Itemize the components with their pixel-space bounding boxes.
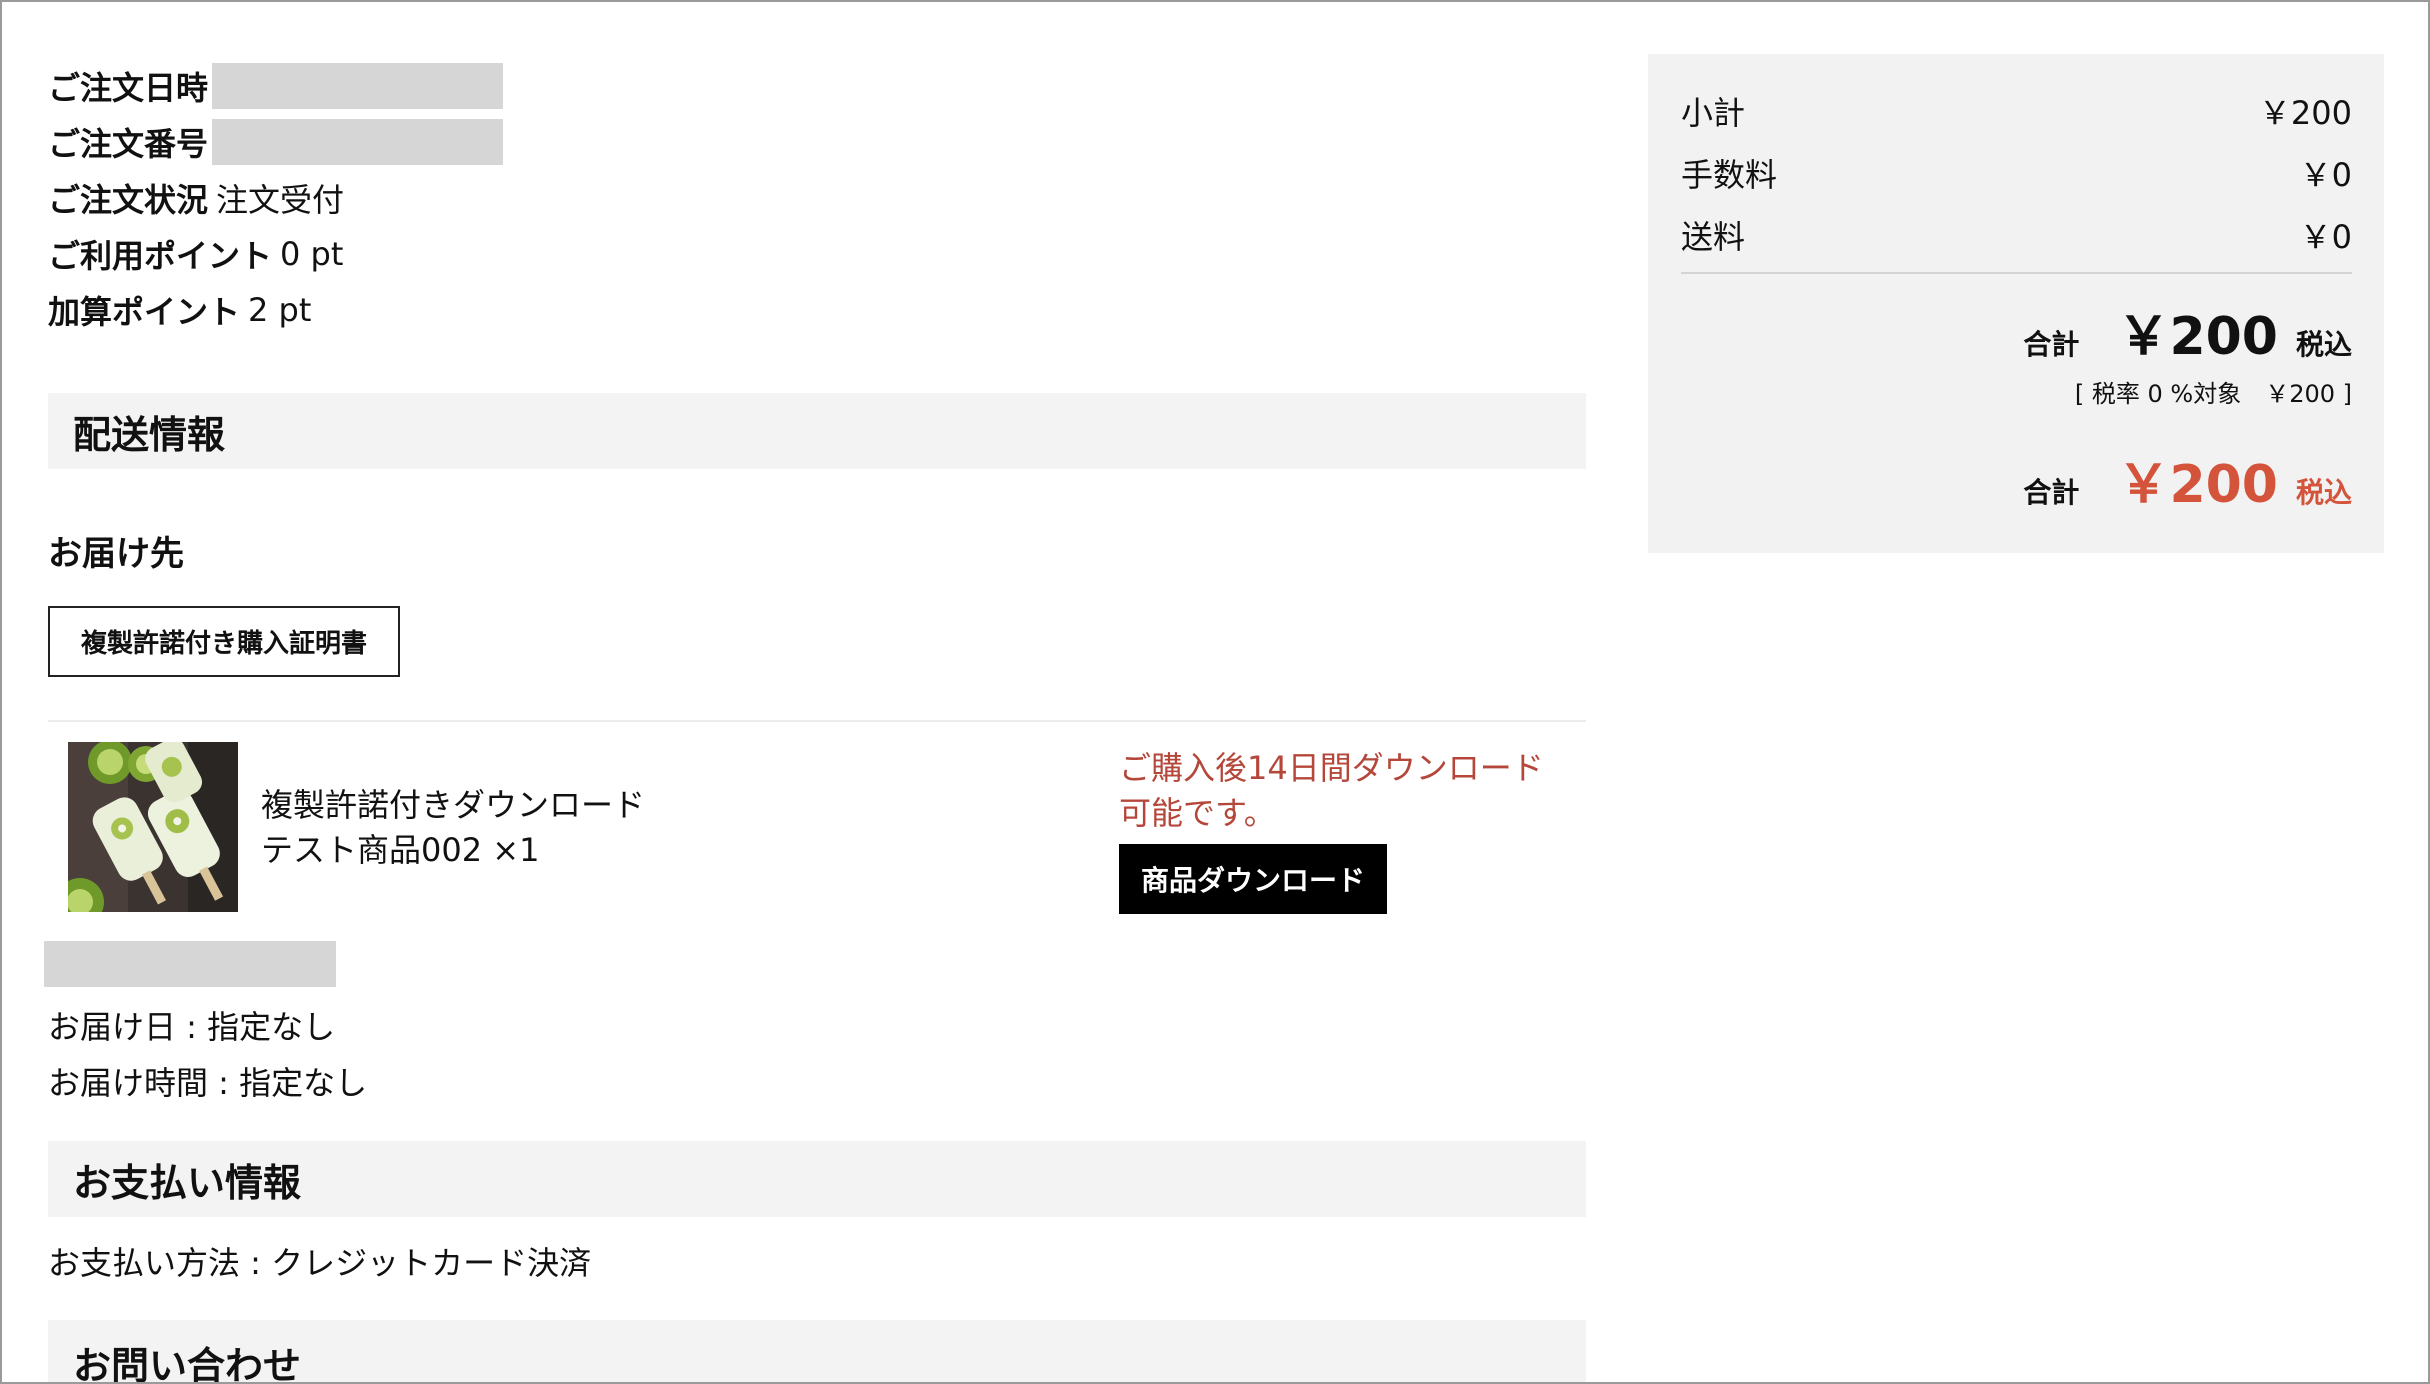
product-download-button[interactable]: 商品ダウンロード — [1119, 844, 1387, 914]
product-name-line1: 複製許諾付きダウンロード — [261, 786, 646, 824]
order-date-label: ご注文日時 — [48, 69, 209, 107]
order-status-value: 注文受付 — [216, 181, 345, 219]
total-label: 合計 — [2023, 328, 2080, 361]
used-points-label: ご利用ポイント — [48, 237, 273, 275]
order-detail-column: ご注文日時 ご注文番号 ご注文状況 注文受付 ご利用ポイント 0 pt 加算ポイ… — [44, 58, 1586, 1382]
order-date-row: ご注文日時 — [48, 58, 1586, 114]
used-points-row: ご利用ポイント 0 pt — [48, 226, 1586, 282]
fee-row: 手数料 ￥0 — [1681, 153, 2352, 194]
tax-rate-note: [ 税率 0 %対象 ￥200 ] — [2074, 380, 2352, 408]
used-points-value: 0 pt — [280, 235, 344, 273]
delivery-time: お届け時間 : 指定なし — [48, 1064, 368, 1102]
added-points-value: 2 pt — [248, 291, 312, 329]
subtotal-label: 小計 — [1681, 94, 1746, 132]
total-row: 合計 ￥200 税込 — [2023, 294, 2352, 369]
fee-value: ￥0 — [2299, 156, 2352, 194]
divider — [48, 720, 1586, 722]
order-number-label: ご注文番号 — [48, 125, 209, 163]
order-status-row: ご注文状況 注文受付 — [48, 170, 1586, 226]
total-amount: ￥200 — [2117, 307, 2278, 367]
total-tax-included: 税込 — [2295, 328, 2352, 361]
order-date-redacted — [212, 63, 504, 109]
address-redacted — [44, 941, 336, 987]
subtotal-value: ￥200 — [2258, 94, 2352, 132]
delivery-section-title: 配送情報 — [48, 393, 1586, 469]
order-status-label: ご注文状況 — [48, 181, 209, 219]
download-note-line1: ご購入後14日間ダウンロード — [1119, 749, 1544, 787]
shipping-value: ￥0 — [2299, 218, 2352, 256]
product-name-line2: テスト商品002 ×1 — [261, 831, 540, 869]
grand-total-tax-included: 税込 — [2295, 476, 2352, 509]
shipping-label: 送料 — [1681, 218, 1746, 256]
payment-section-title: お支払い情報 — [48, 1141, 1586, 1217]
product-name: 複製許諾付きダウンロード テスト商品002 ×1 — [261, 783, 645, 873]
summary-divider — [1681, 272, 2352, 274]
grand-total-amount: ￥200 — [2117, 455, 2278, 515]
added-points-label: 加算ポイント — [48, 293, 241, 331]
kiwi-popsicle-image — [68, 742, 238, 912]
order-history-page: ご注文日時 ご注文番号 ご注文状況 注文受付 ご利用ポイント 0 pt 加算ポイ… — [0, 0, 2430, 1384]
payment-method: お支払い方法 : クレジットカード決済 — [48, 1244, 592, 1282]
destination-title: お届け先 — [48, 534, 184, 574]
grand-total-label: 合計 — [2023, 476, 2080, 509]
product-thumbnail — [68, 742, 238, 912]
purchase-certificate-button[interactable]: 複製許諾付き購入証明書 — [48, 606, 400, 677]
shipping-row: 送料 ￥0 — [1681, 215, 2352, 256]
delivery-date: お届け日 : 指定なし — [48, 1008, 336, 1046]
grand-total-row: 合計 ￥200 税込 — [2023, 442, 2352, 517]
inquiry-section-title: お問い合わせ — [48, 1320, 1586, 1382]
download-period-note: ご購入後14日間ダウンロード 可能です。 — [1119, 746, 1544, 836]
fee-label: 手数料 — [1681, 156, 1778, 194]
order-number-row: ご注文番号 — [48, 114, 1586, 170]
order-number-redacted — [212, 119, 504, 165]
added-points-row: 加算ポイント 2 pt — [48, 282, 1586, 338]
download-note-line2: 可能です。 — [1119, 794, 1276, 832]
subtotal-row: 小計 ￥200 — [1681, 91, 2352, 132]
order-summary: 小計 ￥200 手数料 ￥0 送料 ￥0 合計 ￥200 税込 [ 税率 0 %… — [1648, 54, 2384, 553]
order-meta: ご注文日時 ご注文番号 ご注文状況 注文受付 ご利用ポイント 0 pt 加算ポイ… — [48, 58, 1586, 338]
